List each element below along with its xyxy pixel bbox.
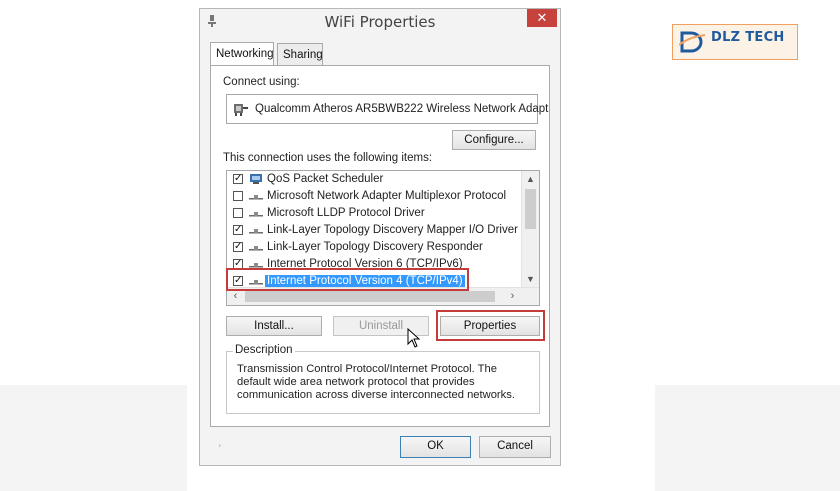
- cancel-button[interactable]: Cancel: [479, 436, 551, 458]
- wifi-properties-dialog: WiFi Properties ✕ Networking Sharing Con…: [199, 8, 561, 466]
- list-item[interactable]: ✓ Link-Layer Topology Discovery Mapper I…: [227, 222, 523, 239]
- title-bar: WiFi Properties ✕: [200, 9, 560, 35]
- background-band-right: [655, 385, 840, 491]
- resize-grip-icon: ′: [219, 443, 221, 453]
- brand-logo: DLZ TECH: [672, 24, 798, 60]
- list-item[interactable]: Microsoft LLDP Protocol Driver: [227, 205, 523, 222]
- description-legend: Description: [233, 344, 295, 356]
- mouse-cursor-icon: [407, 328, 421, 348]
- connect-using-label: Connect using:: [223, 76, 300, 88]
- items-label: This connection uses the following items…: [223, 152, 433, 164]
- highlight-properties: [436, 310, 545, 341]
- item-checkbox[interactable]: [233, 208, 243, 218]
- adapter-name: Qualcomm Atheros AR5BWB222 Wireless Netw…: [255, 103, 549, 115]
- install-button[interactable]: Install...: [226, 316, 322, 336]
- close-button[interactable]: ✕: [527, 9, 557, 27]
- scroll-right-icon[interactable]: ›: [504, 288, 521, 305]
- list-item[interactable]: Microsoft Network Adapter Multiplexor Pr…: [227, 188, 523, 205]
- highlight-ipv4: [226, 268, 469, 291]
- item-checkbox[interactable]: [233, 191, 243, 201]
- item-checkbox[interactable]: ✓: [233, 174, 243, 184]
- item-label: Link-Layer Topology Discovery Mapper I/O…: [267, 224, 518, 236]
- dialog-title: WiFi Properties: [324, 13, 436, 31]
- protocol-icon: [249, 246, 263, 251]
- list-item[interactable]: ✓ Link-Layer Topology Discovery Responde…: [227, 239, 523, 256]
- description-text: Transmission Control Protocol/Internet P…: [237, 363, 515, 401]
- scroll-thumb[interactable]: [245, 291, 495, 302]
- background-band-left: [0, 385, 187, 491]
- tab-networking[interactable]: Networking: [210, 42, 274, 66]
- list-item[interactable]: ✓ QoS Packet Scheduler: [227, 171, 523, 188]
- protocol-icon: [249, 229, 263, 234]
- item-label: Microsoft Network Adapter Multiplexor Pr…: [267, 190, 507, 202]
- item-label: QoS Packet Scheduler: [267, 173, 384, 185]
- scroll-down-icon[interactable]: ▼: [522, 271, 539, 288]
- item-label: Microsoft LLDP Protocol Driver: [267, 207, 425, 219]
- configure-button[interactable]: Configure...: [452, 130, 536, 150]
- network-adapter-icon: [234, 104, 248, 116]
- description-group: Description Transmission Control Protoco…: [226, 344, 540, 414]
- vertical-scrollbar[interactable]: ▲ ▼: [521, 171, 539, 288]
- item-checkbox[interactable]: ✓: [233, 225, 243, 235]
- protocol-icon: [249, 195, 263, 200]
- ok-button[interactable]: OK: [400, 436, 471, 458]
- adapter-field: Qualcomm Atheros AR5BWB222 Wireless Netw…: [226, 94, 548, 124]
- networking-panel: Connect using: Qualcomm Atheros AR5BWB22…: [210, 65, 550, 427]
- qos-icon: [250, 174, 262, 184]
- tab-sharing[interactable]: Sharing: [277, 43, 323, 65]
- protocol-icon: [249, 212, 263, 217]
- item-checkbox[interactable]: ✓: [233, 242, 243, 252]
- logo-mark-icon: [679, 31, 706, 53]
- scroll-up-icon[interactable]: ▲: [522, 171, 539, 188]
- scroll-thumb[interactable]: [525, 189, 536, 229]
- logo-text: DLZ TECH: [711, 30, 785, 45]
- item-label: Link-Layer Topology Discovery Responder: [267, 241, 483, 253]
